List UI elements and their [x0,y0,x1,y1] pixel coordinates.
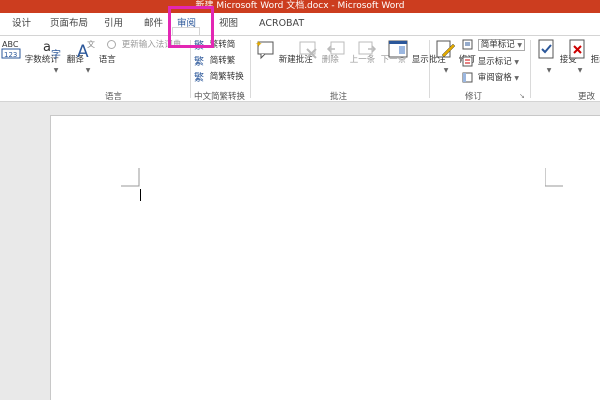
simp-trad-convert-icon: 繁 [194,71,204,82]
svg-text:繁: 繁 [194,39,204,50]
svg-text:繁: 繁 [194,71,204,82]
ribbon-tabs: 设计 页面布局 引用 邮件 审阅 视图 ACROBAT [0,13,600,48]
tab-acrobat[interactable]: ACROBAT [259,13,304,35]
reviewing-pane-label: 审阅窗格 [477,73,512,83]
accept-dropdown-icon: ▼ [546,67,552,74]
show-markup-label: 显示标记 [477,57,512,67]
top-right-margin-mark [545,168,563,187]
tracking-dialog-launcher-icon[interactable]: ↘ [519,90,525,102]
reviewing-pane-chevron-icon: ▼ [514,75,520,82]
window-title: 新建 Microsoft Word 文档.docx - Microsoft Wo… [195,1,405,11]
simple-markup-label: 简单标记 [480,40,515,50]
accept-button[interactable]: 接受 ▼ [535,38,577,75]
reviewing-pane-button[interactable]: 审阅窗格 ▼ [462,72,519,84]
traditional-to-simplified-button[interactable]: 繁 繁转简 [194,39,235,51]
simp-trad-convert-button[interactable]: 繁 简繁转换 [194,71,244,83]
traditional-to-simplified-icon: 繁 [194,39,204,50]
next-comment-button[interactable]: 下一条 [356,38,406,65]
svg-text:ABC: ABC [2,40,19,49]
svg-text:繁: 繁 [194,55,204,66]
chinese-convert-group-label: 中文简繁转换 [194,92,246,102]
previous-comment-button[interactable]: 上一条 [325,38,375,65]
language-label: 语言 [98,55,116,65]
tracking-group-label: 修订 [465,92,483,102]
tab-page-layout[interactable]: 页面布局 [50,13,88,35]
update-dictionary-icon [107,40,116,49]
group-separator [190,40,191,98]
tab-view[interactable]: 视图 [219,13,238,35]
simplified-to-traditional-icon: 繁 [194,55,204,66]
update-input-method-label: 更新输入法词典 [121,40,182,50]
track-changes-dropdown-icon: ▼ [443,67,449,74]
show-markup-chevron-icon: ▼ [514,59,520,66]
simple-markup-chevron-icon: ▼ [517,42,523,49]
reject-button[interactable]: 拒绝 ▼ [566,38,600,75]
svg-text:✦: ✦ [255,40,263,50]
text-cursor [140,189,141,201]
ribbon-panel: ABC 123 字数统计 a 字 翻译 ▼ A 文 语言 ▼ 更新输入法词典 语… [0,35,600,102]
language-dropdown-icon: ▼ [85,67,91,74]
changes-group-label: 更改 [578,92,596,102]
window-titlebar: 新建 Microsoft Word 文档.docx - Microsoft Wo… [0,0,600,13]
language-group-label: 语言 [105,92,123,102]
reject-icon [569,39,585,59]
group-separator [530,40,531,98]
comments-group-label: 批注 [330,92,348,102]
tab-references[interactable]: 引用 [104,13,123,35]
document-page[interactable] [50,115,600,400]
document-area[interactable] [0,103,600,400]
accept-icon [538,39,554,59]
delete-comment-button[interactable]: 删除 [297,38,339,65]
markup-display-icon [462,39,473,50]
tab-review[interactable]: 审阅 [177,13,196,35]
traditional-to-simplified-label: 繁转简 [209,40,236,50]
delete-comment-icon [299,41,317,59]
show-markup-button[interactable]: 显示标记 ▼ [462,56,519,68]
translate-button[interactable]: a 字 翻译 ▼ [42,38,84,75]
svg-text:a: a [43,40,51,55]
reviewing-pane-icon [462,72,473,83]
show-markup-icon [462,56,473,67]
svg-text:文: 文 [87,39,95,49]
group-separator [250,40,251,98]
next-comment-icon [358,41,377,55]
simplified-to-traditional-label: 简转繁 [209,56,236,66]
new-comment-icon: ✦ [255,40,274,60]
simple-markup-dropdown[interactable]: 简单标记 ▼ [462,39,526,51]
svg-text:字: 字 [51,48,61,60]
previous-comment-icon [326,41,345,55]
reject-dropdown-icon: ▼ [577,67,583,74]
update-input-method-button[interactable]: 更新输入法词典 [106,39,181,51]
tab-mailings[interactable]: 邮件 [144,13,163,35]
simp-trad-convert-label: 简繁转换 [209,72,244,82]
word-count-icon: ABC 123 [1,40,21,59]
language-icon: A 文 [77,39,95,62]
top-left-margin-mark [121,168,140,187]
new-comment-button[interactable]: ✦ 新建批注 [254,38,313,65]
word-count-button[interactable]: ABC 123 字数统计 [0,38,59,65]
reject-label: 拒绝 [590,55,600,65]
tab-design[interactable]: 设计 [12,13,31,35]
translate-dropdown-icon: ▼ [53,67,59,74]
group-separator [429,40,430,98]
svg-text:123: 123 [4,51,17,59]
track-changes-icon [436,40,456,58]
show-comments-icon [388,40,408,58]
language-button[interactable]: A 文 语言 ▼ [74,38,116,75]
translate-icon: a 字 [43,40,61,61]
simplified-to-traditional-button[interactable]: 繁 简转繁 [194,55,235,67]
show-comments-button[interactable]: 显示批注 [387,38,446,65]
track-changes-button[interactable]: 修订 ▼ [434,38,476,75]
